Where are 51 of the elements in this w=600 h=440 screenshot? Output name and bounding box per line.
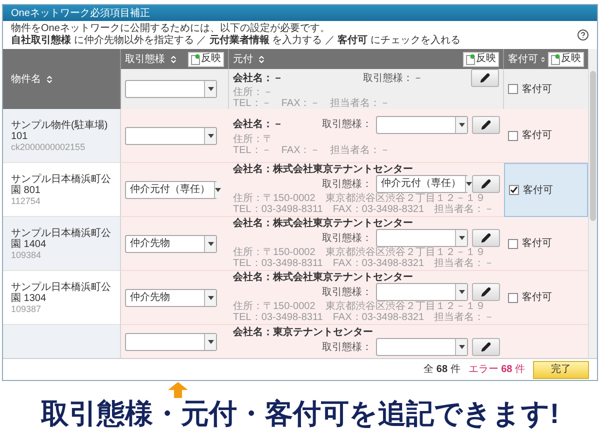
property-code: 112754	[11, 196, 42, 206]
address-text: 住所：－	[233, 87, 274, 98]
contact-text: TEL：03-3498-8311 FAX：03-3498-8321 担当者名：－	[233, 312, 496, 323]
deal-type-label: 取引態様：	[322, 340, 372, 354]
company-text: 会社名：株式会社東京テナントセンター	[233, 164, 413, 175]
deal-type-label: 取引態様：	[322, 118, 372, 132]
error-count: エラー 68 件	[468, 363, 525, 377]
property-name: サンプル日本橋浜町公園 1304	[11, 282, 112, 304]
column-header[interactable]: 物件名	[3, 49, 121, 109]
reflect-button[interactable]: 反映	[463, 52, 499, 66]
reflect-button[interactable]: 反映	[188, 52, 224, 66]
property-code: ck2000000002155	[11, 142, 86, 152]
property-name: サンプル日本橋浜町公園 1404	[11, 228, 112, 250]
deal-type-text: 取引態様：－	[363, 72, 423, 86]
dropdown[interactable]: 仲介先物	[125, 234, 217, 252]
contact-text: TEL：－ FAX：－ 担当者名：－	[233, 144, 392, 156]
company-text: 会社名：株式会社東京テナントセンター	[233, 218, 413, 229]
dropdown[interactable]: 仲介先物	[125, 288, 217, 306]
property-code: 109387	[11, 304, 42, 314]
column-header[interactable]: 客付可 反映	[504, 49, 588, 69]
column-header[interactable]: 取引態様 反映	[121, 49, 229, 69]
property-code: 109384	[11, 250, 42, 260]
address-text: 住所：〒150-0002 東京都渋谷区渋谷２丁目１２－１９	[233, 193, 486, 204]
reflect-button[interactable]: 反映	[548, 52, 584, 66]
contact-text: TEL：－ FAX：－ 担当者名：－	[233, 98, 392, 109]
address-text: 住所：〒150-0002 東京都渋谷区渋谷２丁目１２－１９	[233, 247, 486, 258]
checkbox-label: 客付可	[522, 128, 552, 143]
window-title: Oneネットワーク必須項目補正	[11, 6, 150, 20]
checkbox-label: 客付可	[522, 290, 552, 305]
property-name: サンプル日本橋浜町公園 801	[11, 174, 112, 196]
address-text: 住所：〒	[233, 134, 274, 144]
property-name: サンプル物件(駐車場) 101	[11, 120, 109, 142]
notice-text: 物件をOneネットワークに公開するためには、以下の設定が必要です。	[11, 23, 331, 34]
contact-text: TEL：03-3498-8311 FAX：03-3498-8321 担当者名：－	[233, 204, 496, 215]
notice-text: 自社取引態様 に仲介先物以外を指定する ／ 元付業者情報 を入力する ／ 客付可 にチェックを入れる	[11, 35, 462, 47]
column-header[interactable]: 元付 反映	[229, 49, 504, 69]
checkbox-label: 客付可	[522, 236, 552, 251]
contact-text: TEL：03-3498-8311 FAX：03-3498-8321 担当者名：－	[233, 258, 496, 269]
deal-type-label: 取引態様：	[322, 232, 372, 246]
company-text: 会社名：東京テナントセンター	[233, 327, 373, 338]
total-count: 全 68 件	[424, 363, 460, 377]
caption: 取引態様・元付・客付可を追記できます!	[40, 398, 560, 430]
address-text: 住所：〒150-0002 東京都渋谷区渋谷２丁目１２－１９	[233, 301, 486, 312]
checkbox-label: 客付可	[523, 184, 553, 198]
company-text: 会社名：－	[233, 72, 284, 86]
deal-type-label: 取引態様：	[322, 286, 372, 300]
deal-type-label: 取引態様：	[322, 178, 372, 192]
done-button[interactable]: 完了	[533, 360, 589, 378]
company-text: 会社名：－	[233, 119, 283, 130]
company-text: 会社名：株式会社東京テナントセンター	[233, 272, 413, 283]
checkbox-label: 客付可	[522, 82, 552, 96]
